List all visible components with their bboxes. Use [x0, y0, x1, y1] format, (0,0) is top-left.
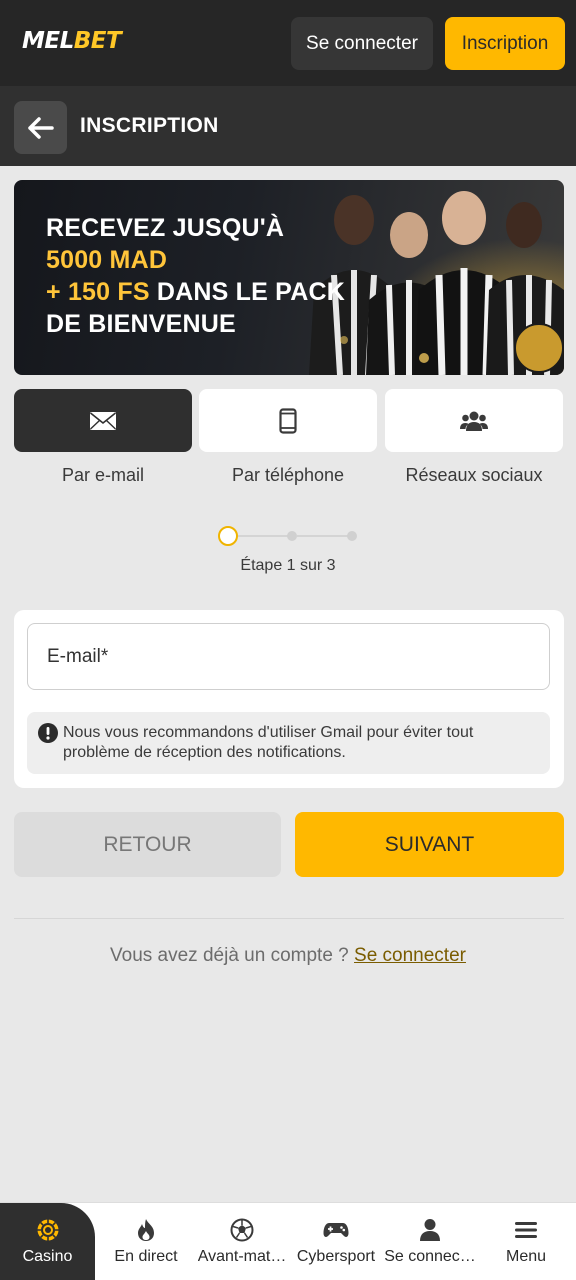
back-button[interactable] [14, 101, 67, 154]
nav-menu[interactable]: Menu [478, 1203, 574, 1280]
nav-casino-label: Casino [22, 1248, 73, 1265]
nav-menu-label: Menu [505, 1248, 547, 1265]
tab-phone[interactable] [199, 389, 377, 452]
melbet-logo[interactable]: MELBET [22, 28, 122, 54]
tab-email[interactable] [14, 389, 192, 452]
step-connector [238, 535, 292, 537]
casino-chip-icon [37, 1219, 58, 1241]
bottom-navigation: Casino En direct Avant-mat… Cybersport S… [0, 1202, 576, 1280]
nav-live[interactable]: En direct [98, 1203, 194, 1280]
login-prompt-text: Vous avez déjà un compte ? [110, 945, 355, 966]
back-step-button[interactable]: RETOUR [14, 812, 281, 877]
step-1-indicator [218, 526, 238, 546]
promo-line-3: + 150 FS DANS LE PACK [46, 276, 345, 308]
flame-icon [138, 1219, 154, 1241]
promo-amount: 5000 MAD [46, 246, 168, 274]
gmail-notice-text: Nous vous recommandons d'utiliser Gmail … [63, 724, 474, 761]
tab-social-label: Réseaux sociaux [405, 465, 543, 485]
user-icon [420, 1219, 440, 1241]
nav-cybersport[interactable]: Cybersport [290, 1203, 382, 1280]
login-button[interactable]: Se connecter [291, 17, 433, 70]
arrow-left-icon [27, 116, 54, 139]
soccer-ball-icon [230, 1218, 254, 1242]
users-icon [460, 411, 488, 431]
step-connector [297, 535, 349, 537]
title-bar: INSCRIPTION [0, 86, 576, 166]
tab-email-label: Par e-mail [61, 465, 145, 485]
nav-login[interactable]: Se connec… [382, 1203, 478, 1280]
tab-social[interactable] [385, 389, 563, 452]
logo-text-accent: BET [73, 28, 122, 54]
nav-casino[interactable]: Casino [0, 1203, 95, 1280]
step-2-indicator [287, 531, 297, 541]
nav-prematch[interactable]: Avant-mat… [194, 1203, 290, 1280]
step-3-indicator [347, 531, 357, 541]
nav-login-label: Se connec… [384, 1248, 476, 1265]
login-prompt: Vous avez déjà un compte ? Se connecter [0, 945, 576, 967]
email-form-card: Nous vous recommandons d'utiliser Gmail … [14, 610, 564, 788]
login-link[interactable]: Se connecter [354, 945, 466, 966]
tab-phone-label: Par téléphone [231, 465, 345, 485]
promo-line-1: RECEVEZ JUSQU'À [46, 214, 285, 242]
register-button[interactable]: Inscription [445, 17, 565, 70]
next-step-button[interactable]: SUIVANT [295, 812, 564, 877]
exclamation-icon [38, 723, 58, 743]
promo-line-4: DE BIENVENUE [46, 310, 236, 338]
promo-text: RECEVEZ JUSQU'À 5000 MAD + 150 FS DANS L… [46, 212, 345, 340]
logo-text-main: MEL [22, 28, 74, 54]
page-title: INSCRIPTION [80, 114, 219, 137]
phone-icon [279, 407, 297, 434]
promo-free-spins: + 150 FS [46, 278, 150, 306]
divider [14, 918, 564, 919]
nav-live-label: En direct [114, 1248, 178, 1265]
promo-banner[interactable]: RECEVEZ JUSQU'À 5000 MAD + 150 FS DANS L… [14, 180, 564, 375]
promo-line-3-rest: DANS LE PACK [149, 278, 345, 306]
step-counter: Étape 1 sur 3 [240, 557, 336, 574]
top-header: MELBET Se connecter Inscription [0, 0, 576, 86]
nav-prematch-label: Avant-mat… [197, 1248, 287, 1265]
gamepad-icon [323, 1223, 349, 1237]
menu-icon [515, 1222, 537, 1238]
gmail-notice: Nous vous recommandons d'utiliser Gmail … [27, 712, 550, 774]
email-field[interactable] [27, 623, 550, 690]
envelope-icon [90, 411, 116, 430]
nav-cybersport-label: Cybersport [296, 1248, 376, 1265]
